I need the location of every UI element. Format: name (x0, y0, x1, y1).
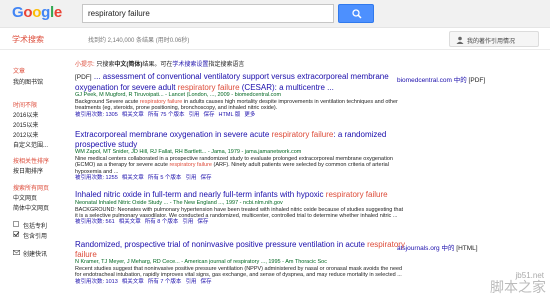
my-citations-label: 我的著作引用情况 (467, 39, 516, 45)
include-citations-checkbox[interactable] (13, 231, 19, 237)
envelope-icon (13, 250, 20, 255)
language-tip: 小提示: 只搜索中文(简体)结果。可在学术搜索设置指定搜索语言 (75, 59, 244, 68)
fulltext-link[interactable]: atsjournals.org 中的 [HTML] (397, 242, 478, 252)
sidebar-item-since-2016[interactable]: 2016以来 (13, 110, 38, 119)
person-icon (456, 36, 464, 44)
result-count: 找到约 2,140,000 条结果 (用时0.06秒) (88, 38, 190, 44)
result-title[interactable]: Extracorporeal membrane oxygenation in s… (75, 130, 405, 149)
sidebar-item-my-library[interactable]: 我的图书馆 (13, 77, 43, 86)
pdf-tag: [PDF] (75, 74, 92, 81)
create-alert-link[interactable]: 创建快讯 (23, 249, 47, 258)
scholar-title[interactable]: 学术搜索 (12, 34, 44, 45)
sidebar-item-time-any[interactable]: 时间不限 (13, 100, 37, 109)
fulltext-link[interactable]: biomedcentral.com 中的 [PDF] (397, 74, 485, 84)
result-links: 被引用次数: 1255 相关文章 所有 5 个版本 引用 保存 (75, 175, 405, 182)
result-authors: Neonatal Inhaled Nitric Oxide Study ... … (75, 199, 283, 206)
result-item: Randomized, prospective trial of noninva… (75, 240, 405, 286)
scholar-settings-link[interactable]: 学术搜索设置 (172, 62, 208, 68)
result-links: 被引用次数: 1013 相关文章 所有 7 个版本 引用 保存 (75, 279, 405, 286)
save-link[interactable]: 保存 (197, 219, 208, 225)
search-icon (352, 9, 362, 19)
result-title[interactable]: Inhaled nitric oxide in full-term and ne… (75, 190, 405, 200)
include-patents-checkbox[interactable] (13, 221, 19, 227)
sidebar-item-custom-range[interactable]: 自定义范围... (13, 140, 48, 149)
sidebar-item-sort-date[interactable]: 按日期排序 (13, 166, 43, 175)
more-link[interactable]: 更多 (244, 112, 255, 118)
cited-by-link[interactable]: 被引用次数: 1305 (75, 112, 118, 118)
related-link[interactable]: 相关文章 (122, 279, 144, 285)
result-authors: GJ Peek, M Mugford, R Tiruvoipati... - L… (75, 92, 282, 98)
versions-link[interactable]: 所有 75 个版本 (148, 112, 185, 118)
html-link[interactable]: HTML 版 (219, 112, 241, 118)
tip-text-1: 只搜索 (96, 62, 115, 68)
result-snippet: BACKGROUND: Neonates with pulmonary hype… (75, 206, 404, 219)
result-snippet: Background Severe acute respiratory fail… (75, 99, 398, 112)
result-snippet: Recent studies suggest that noninvasive … (75, 266, 403, 279)
cite-link[interactable]: 引用 (182, 219, 193, 225)
sidebar-item-lang-any[interactable]: 搜索所有网页 (13, 183, 49, 192)
save-link[interactable]: 保存 (200, 279, 211, 285)
result-authors: WM Zapol, MT Snider, JD Hill, RJ Fallat,… (75, 149, 302, 155)
result-item: Extracorporeal membrane oxygenation in s… (75, 130, 405, 182)
sidebar-item-sort-relevance[interactable]: 按相关性排序 (13, 156, 49, 165)
cite-link[interactable]: 引用 (189, 112, 200, 118)
sidebar-item-since-2012[interactable]: 2012以来 (13, 130, 38, 139)
sidebar: 文章 我的图书馆 时间不限 2016以来 2015以来 2012以来 自定义范围… (0, 50, 75, 300)
sidebar-item-lang-zh-simplified[interactable]: 简体中文网页 (13, 203, 49, 212)
search-button[interactable] (338, 4, 374, 23)
related-link[interactable]: 相关文章 (119, 219, 141, 225)
result-item: Inhaled nitric oxide in full-term and ne… (75, 190, 405, 226)
related-link[interactable]: 相关文章 (122, 175, 144, 181)
related-link[interactable]: 相关文章 (122, 112, 144, 118)
search-input[interactable]: respiratory failure (82, 4, 334, 23)
sidebar-item-articles[interactable]: 文章 (13, 66, 25, 75)
result-links: 被引用次数: 1305 相关文章 所有 75 个版本 引用 保存 HTML 版更多 (75, 112, 405, 119)
title-text-end: (CESAR): a multicentre ... (239, 82, 334, 92)
include-patents-label: 包括专利 (23, 224, 48, 230)
cited-by-link[interactable]: 被引用次数: 1255 (75, 175, 118, 181)
include-citations-label: 包含引用 (23, 234, 48, 240)
result-snippet: Nine medical centers collaborated in a p… (75, 156, 393, 175)
result-authors: N Kramer, TJ Meyer, J Meharg, RD Cece...… (75, 259, 327, 265)
watermark-logo: 脚本之家 (490, 280, 546, 296)
save-link[interactable]: 保存 (204, 112, 215, 118)
tip-text-3: 指定搜索语言 (208, 62, 245, 68)
sidebar-item-since-2015[interactable]: 2015以来 (13, 120, 38, 129)
result-title[interactable]: [PDF] ... assessment of conventional ven… (75, 72, 405, 92)
versions-link[interactable]: 所有 7 个版本 (148, 279, 182, 285)
cite-link[interactable]: 引用 (185, 175, 196, 181)
my-citations-button[interactable]: 我的著作引用情况 (449, 31, 539, 47)
sub-bar: 学术搜索 找到约 2,140,000 条结果 (用时0.06秒) 我的著作引用情… (0, 28, 550, 50)
versions-link[interactable]: 所有 8 个版本 (145, 219, 179, 225)
result-links: 被引用次数: 561 相关文章 所有 8 个版本 引用 保存 (75, 219, 405, 226)
result-title[interactable]: Randomized, prospective trial of noninva… (75, 240, 405, 259)
tip-text-2: 结果。可在 (142, 62, 173, 68)
title-highlight: respiratory failure (177, 82, 240, 92)
cited-by-link[interactable]: 被引用次数: 561 (75, 219, 115, 225)
tip-prefix: 小提示: (75, 62, 95, 68)
tip-bold: 中文(简体) (114, 62, 143, 68)
versions-link[interactable]: 所有 5 个版本 (148, 175, 182, 181)
google-logo[interactable]: Google (12, 4, 62, 21)
top-bar: Google respiratory failure (0, 0, 550, 28)
cite-link[interactable]: 引用 (185, 279, 196, 285)
result-item: [PDF] ... assessment of conventional ven… (75, 72, 405, 119)
save-link[interactable]: 保存 (200, 175, 211, 181)
results-area: 小提示: 只搜索中文(简体)结果。可在学术搜索设置指定搜索语言 [PDF] ..… (75, 50, 550, 300)
cited-by-link[interactable]: 被引用次数: 1013 (75, 279, 118, 285)
sidebar-item-lang-zh[interactable]: 中文网页 (13, 193, 37, 202)
